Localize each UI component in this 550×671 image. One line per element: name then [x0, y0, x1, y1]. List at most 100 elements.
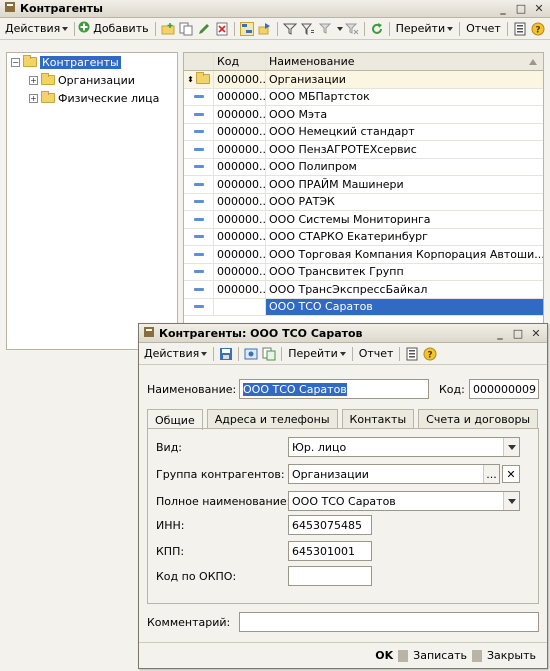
tree-root[interactable]: − Контрагенты: [7, 53, 177, 71]
table-row[interactable]: ООО ТСО Саратов: [184, 298, 543, 316]
table-row[interactable]: 000000... ООО СТАРКО Екатеринбург: [184, 228, 543, 246]
table-row-group[interactable]: ⬍ 000000... Организации: [184, 71, 543, 89]
filter-list-icon[interactable]: [300, 22, 315, 36]
dialog-titlebar: Контрагенты: ООО ТСО Саратов _ □ ✕: [139, 324, 547, 343]
ok-button[interactable]: OK: [370, 649, 398, 662]
comment-input[interactable]: [239, 612, 539, 632]
clear-filter-icon[interactable]: [344, 22, 359, 36]
kpp-input[interactable]: 645301001: [288, 541, 372, 561]
report-button[interactable]: Отчет: [463, 22, 504, 35]
folder-icon: [23, 55, 37, 67]
tab-contacts[interactable]: Контакты: [341, 409, 415, 429]
maximize-button[interactable]: □: [514, 2, 528, 16]
up-arrow-icon: ⬍: [187, 74, 194, 84]
maximize-button[interactable]: □: [511, 326, 525, 340]
expand-icon[interactable]: +: [29, 93, 38, 103]
dialog-title: Контрагенты: ООО ТСО Саратов: [159, 326, 363, 340]
help-icon[interactable]: ?: [423, 347, 437, 361]
edit-icon[interactable]: [197, 22, 211, 36]
tree-item-individuals[interactable]: + Физические лица: [7, 89, 177, 107]
clear-icon[interactable]: ✕: [502, 465, 520, 483]
table-row[interactable]: 000000... ООО ТрансЭкспрессБайкал: [184, 281, 543, 299]
filter-icon[interactable]: [282, 22, 297, 36]
main-toolbar: Действия Добавить Перейти Отчет ?: [0, 18, 550, 40]
cell-name: ООО СТАРКО Екатеринбург: [269, 230, 428, 244]
inn-input[interactable]: 6453075485: [288, 515, 372, 535]
table-row[interactable]: 000000... ООО ПРАЙМ Машинери: [184, 176, 543, 194]
item-icon: [193, 130, 204, 134]
add-folder-icon[interactable]: [161, 22, 175, 36]
kind-label: Вид:: [156, 441, 183, 454]
minimize-button[interactable]: _: [493, 326, 507, 340]
actions-menu[interactable]: Действия: [2, 22, 71, 35]
view-icon[interactable]: [244, 347, 258, 361]
table-row[interactable]: 000000... ООО Торговая Компания Корпораци…: [184, 246, 543, 264]
fullname-input[interactable]: ООО ТСО Саратов: [288, 491, 520, 511]
folder-icon: [41, 73, 55, 85]
item-icon: [193, 95, 204, 99]
item-icon: [193, 165, 204, 169]
svg-text:?: ?: [428, 350, 433, 360]
tab-panel-general: Вид: Юр. лицо Группа контрагентов: Орган…: [147, 428, 539, 604]
filter-dropdown-icon[interactable]: [318, 22, 333, 36]
table-row[interactable]: 000000... ООО Немецкий стандарт: [184, 123, 543, 141]
tree-item-organizations[interactable]: + Организации: [7, 71, 177, 89]
inn-label: ИНН:: [156, 519, 185, 532]
cell-name: ООО РАТЭК: [269, 195, 335, 209]
refresh-icon[interactable]: [370, 22, 384, 36]
tab-accounts[interactable]: Счета и договоры: [418, 409, 539, 429]
table-row[interactable]: 000000... ООО ПензАГРОТЕХсервис: [184, 141, 543, 159]
group-input[interactable]: Организации ...: [288, 464, 500, 484]
chevron-down-icon[interactable]: [503, 438, 519, 456]
table-row[interactable]: 000000... ООО Трансвитек Групп: [184, 263, 543, 281]
collapse-icon[interactable]: −: [11, 57, 20, 67]
name-input[interactable]: ООО ТСО Саратов: [239, 379, 429, 399]
table-row[interactable]: 000000... ООО МБПартсток: [184, 88, 543, 106]
table-row[interactable]: 000000... ООО Полипром: [184, 158, 543, 176]
list-settings-icon[interactable]: [513, 22, 527, 36]
list-grid: Код Наименование ⬍ 000000... Организации…: [183, 52, 544, 350]
code-label: Код:: [439, 383, 465, 396]
tab-addresses[interactable]: Адреса и телефоны: [206, 409, 338, 429]
chevron-down-icon[interactable]: [503, 492, 519, 510]
okpo-input[interactable]: [288, 566, 372, 586]
table-row[interactable]: 000000... ООО Системы Мониторинга: [184, 211, 543, 229]
copy-icon[interactable]: [262, 347, 276, 361]
close-button[interactable]: ✕: [529, 326, 543, 340]
move-to-group-icon[interactable]: [258, 22, 272, 36]
minimize-button[interactable]: _: [496, 2, 510, 16]
report-button[interactable]: Отчет: [356, 347, 397, 360]
tab-general[interactable]: Общие: [147, 409, 203, 430]
close-button[interactable]: ✕: [532, 2, 546, 16]
hierarchy-icon[interactable]: [239, 21, 254, 36]
copy-icon[interactable]: [179, 22, 193, 36]
expand-icon[interactable]: +: [29, 75, 38, 85]
comment-label: Комментарий:: [147, 616, 231, 629]
code-input[interactable]: 000000009: [469, 379, 539, 399]
item-icon: [193, 305, 204, 309]
table-row[interactable]: 000000... ООО Мэта: [184, 106, 543, 124]
item-dialog: Контрагенты: ООО ТСО Саратов _ □ ✕ Дейст…: [138, 323, 548, 669]
delete-icon[interactable]: [215, 22, 229, 36]
goto-menu[interactable]: Перейти: [393, 22, 457, 35]
main-titlebar: Контрагенты _ □ ✕: [0, 0, 550, 18]
table-row[interactable]: 000000... ООО РАТЭК: [184, 193, 543, 211]
help-icon[interactable]: ?: [531, 22, 545, 36]
list-settings-icon[interactable]: [405, 347, 419, 361]
kind-select[interactable]: Юр. лицо: [288, 437, 520, 457]
tree-item-label: Физические лица: [58, 91, 160, 105]
goto-menu[interactable]: Перейти: [285, 347, 349, 360]
column-header-name[interactable]: Наименование: [266, 53, 543, 70]
actions-menu[interactable]: Действия: [141, 347, 210, 360]
close-dialog-button[interactable]: Закрыть: [482, 649, 541, 662]
cell-code: [214, 298, 266, 315]
cell-code: 000000...: [214, 246, 266, 263]
select-ellipsis-icon[interactable]: ...: [483, 465, 499, 483]
column-header-code[interactable]: Код: [214, 53, 266, 70]
add-button[interactable]: Добавить: [90, 22, 151, 35]
save-and-close-icon[interactable]: [219, 347, 233, 361]
cell-code: 000000...: [214, 211, 266, 228]
cell-code: 000000...: [214, 228, 266, 245]
save-button[interactable]: Записать: [408, 649, 472, 662]
okpo-label: Код по ОКПО:: [156, 570, 237, 583]
